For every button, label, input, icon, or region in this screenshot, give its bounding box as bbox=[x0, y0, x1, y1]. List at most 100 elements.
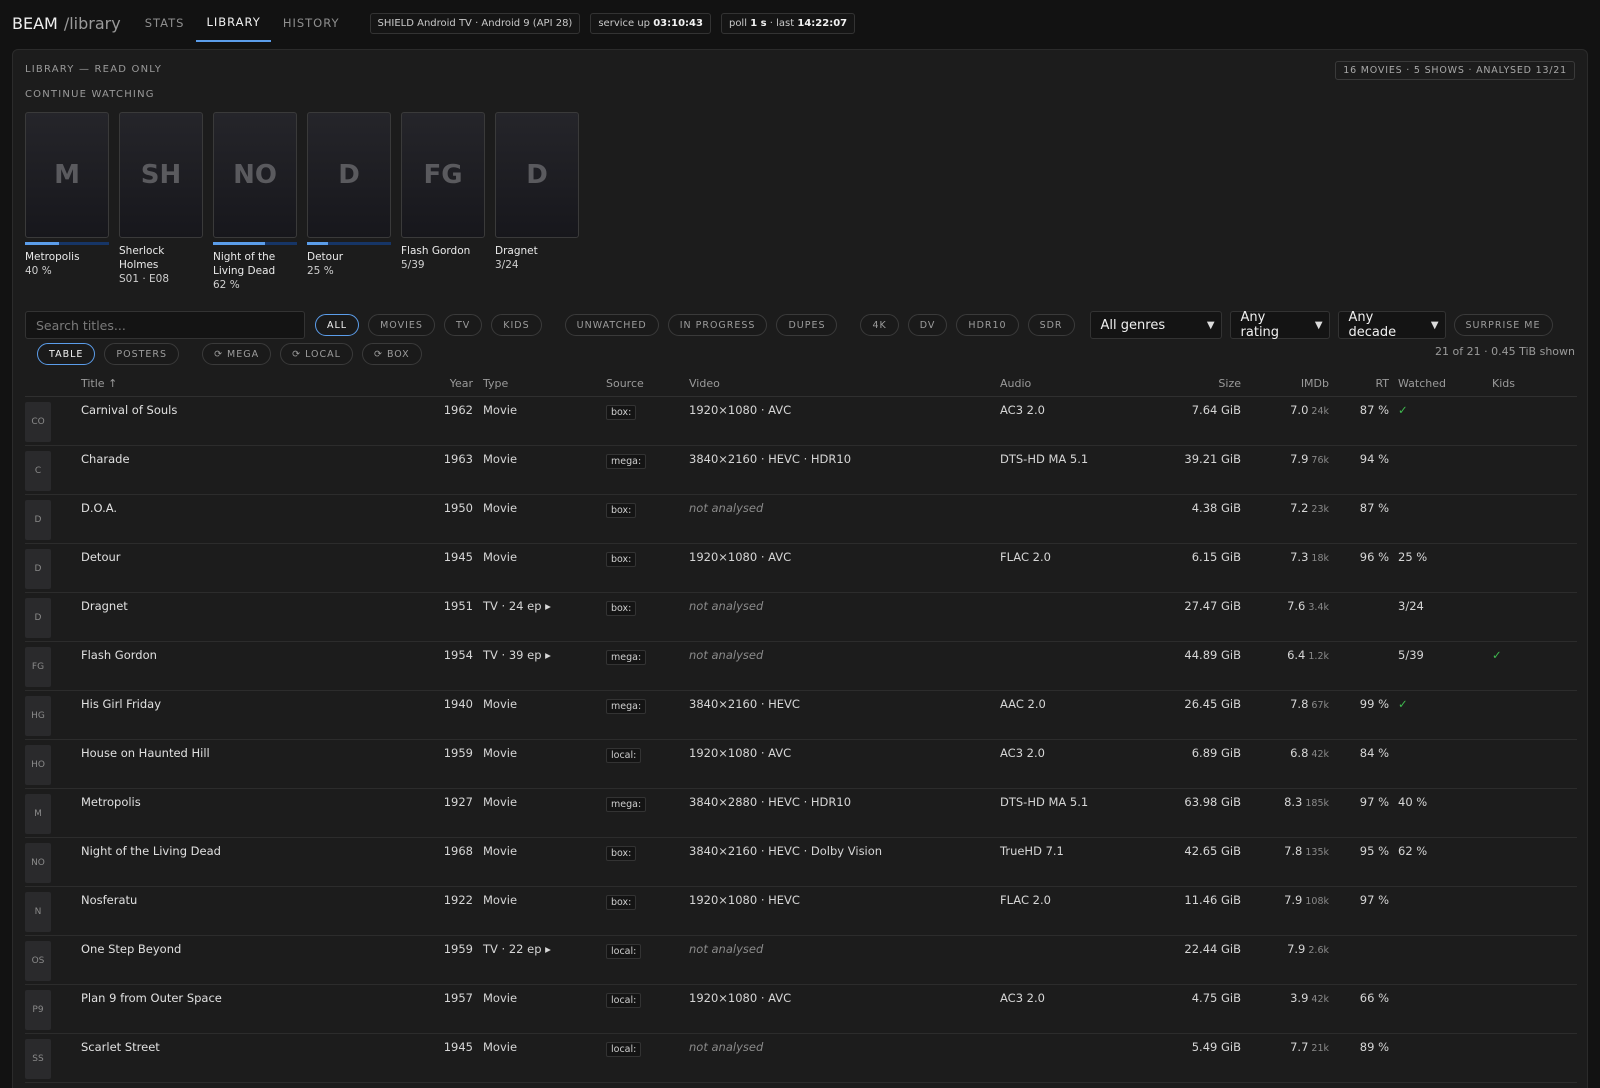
refresh-mega-button[interactable]: ⟳ MEGA bbox=[202, 343, 272, 365]
table-row[interactable]: D Detour 1945 Movie box: 1920×1080 · AVC FLAC … bbox=[25, 544, 1577, 593]
cell-title[interactable]: Plan 9 from Outer Space bbox=[81, 991, 222, 1005]
continue-card-flash-gordon[interactable]: FG Flash Gordon 5/39 bbox=[401, 112, 485, 292]
filter-chip-kids[interactable]: KIDS bbox=[491, 314, 542, 336]
cell-year: 1959 bbox=[443, 746, 473, 760]
cell-imdb: 7.8 135k bbox=[1265, 844, 1329, 858]
source-badge: box: bbox=[606, 601, 637, 616]
column-watched[interactable]: Watched bbox=[1398, 377, 1446, 390]
filter-chip-movies[interactable]: MOVIES bbox=[368, 314, 435, 336]
continue-card-metropolis[interactable]: M Metropolis 40 % bbox=[25, 112, 109, 292]
continue-card-night-of-the-living-dead[interactable]: NO Night of the Living Dead 62 % bbox=[213, 112, 297, 292]
search-input[interactable] bbox=[25, 311, 305, 339]
filter-chip-in-progress[interactable]: IN PROGRESS bbox=[667, 314, 768, 336]
tab-stats[interactable]: STATS bbox=[135, 4, 195, 42]
cell-type: Movie bbox=[483, 550, 518, 564]
cell-title[interactable]: Metropolis bbox=[81, 795, 141, 809]
imdb-votes: 108k bbox=[1305, 896, 1329, 907]
table-row[interactable]: SS Scarlet Street 1945 Movie local: not analy… bbox=[25, 1034, 1577, 1083]
surprise-me-button[interactable]: SURPRISE ME bbox=[1453, 314, 1553, 336]
decade-select[interactable]: Any decade ▼ bbox=[1337, 310, 1446, 340]
cell-title[interactable]: Dragnet bbox=[81, 599, 128, 613]
view-table-button[interactable]: TABLE bbox=[37, 343, 96, 365]
cell-title[interactable]: One Step Beyond bbox=[81, 942, 181, 956]
filter-chip-dupes[interactable]: DUPES bbox=[776, 314, 838, 336]
refresh-local-button[interactable]: ⟳ LOCAL bbox=[280, 343, 353, 365]
table-row[interactable]: OS One Step Beyond 1959 TV · 22 ep ▸ local: n… bbox=[25, 936, 1577, 985]
cell-type: Movie bbox=[483, 403, 518, 417]
rating-select[interactable]: Any rating ▼ bbox=[1229, 310, 1330, 340]
source-badge: box: bbox=[606, 405, 637, 420]
cell-title[interactable]: Carnival of Souls bbox=[81, 403, 177, 417]
cell-title[interactable]: Nosferatu bbox=[81, 893, 137, 907]
cell-title[interactable]: Night of the Living Dead bbox=[81, 844, 221, 858]
table-row[interactable]: CO Carnival of Souls 1962 Movie box: 1920×108… bbox=[25, 397, 1577, 446]
cell-title[interactable]: House on Haunted Hill bbox=[81, 746, 210, 760]
imdb-votes: 18k bbox=[1311, 553, 1329, 564]
filter-chip-dv[interactable]: DV bbox=[907, 314, 948, 336]
filter-chip-tv[interactable]: TV bbox=[443, 314, 483, 336]
table-row[interactable]: D Dragnet 1951 TV · 24 ep ▸ box: not analysed… bbox=[25, 593, 1577, 642]
column-audio[interactable]: Audio bbox=[1000, 377, 1031, 390]
table-row[interactable]: NO Night of the Living Dead 1968 Movie box: 3… bbox=[25, 838, 1577, 887]
poster-thumbnail: HG bbox=[25, 696, 51, 736]
cell-title[interactable]: Detour bbox=[81, 550, 121, 564]
column-year[interactable]: Year bbox=[433, 377, 473, 390]
filter-chip-all[interactable]: ALL bbox=[315, 314, 360, 336]
column-video[interactable]: Video bbox=[689, 377, 720, 390]
table-row[interactable]: M Metropolis 1927 Movie mega: 3840×2880 · HEV… bbox=[25, 789, 1577, 838]
cell-title[interactable]: His Girl Friday bbox=[81, 697, 161, 711]
continue-card-detour[interactable]: D Detour 25 % bbox=[307, 112, 391, 292]
filter-chip-unwatched[interactable]: UNWATCHED bbox=[564, 314, 659, 336]
poster-thumbnail: SS bbox=[25, 1039, 51, 1079]
cell-type[interactable]: TV · 22 ep ▸ bbox=[483, 942, 551, 956]
cell-size: 26.45 GiB bbox=[1184, 697, 1241, 711]
poster: FG bbox=[401, 112, 485, 238]
cell-rt: 89 % bbox=[1359, 1040, 1389, 1054]
view-posters-button[interactable]: POSTERS bbox=[104, 343, 180, 365]
table-row[interactable]: HO House on Haunted Hill 1959 Movie local: 19… bbox=[25, 740, 1577, 789]
tab-history[interactable]: HISTORY bbox=[273, 4, 350, 42]
cell-title[interactable]: Charade bbox=[81, 452, 130, 466]
filter-chip-sdr[interactable]: SDR bbox=[1027, 314, 1075, 336]
brand[interactable]: BEAM /library bbox=[12, 14, 121, 33]
column-source[interactable]: Source bbox=[606, 377, 644, 390]
source-badge: local: bbox=[606, 748, 642, 763]
cell-rt: 97 % bbox=[1359, 893, 1389, 907]
column-type[interactable]: Type bbox=[483, 377, 508, 390]
filter-chip-hdr10[interactable]: HDR10 bbox=[956, 314, 1019, 336]
cell-type: Movie bbox=[483, 746, 518, 760]
cell-type[interactable]: TV · 39 ep ▸ bbox=[483, 648, 551, 662]
cell-size: 39.21 GiB bbox=[1184, 452, 1241, 466]
cell-type[interactable]: TV · 24 ep ▸ bbox=[483, 599, 551, 613]
continue-card-dragnet[interactable]: D Dragnet 3/24 bbox=[495, 112, 579, 292]
poll-badge: poll 1 s · last 14:22:07 bbox=[720, 12, 856, 34]
table-row[interactable]: D D.O.A. 1950 Movie box: not analysed 4.38 GiB… bbox=[25, 495, 1577, 544]
genre-select[interactable]: All genres ▼ bbox=[1089, 311, 1222, 339]
column-kids[interactable]: Kids bbox=[1492, 377, 1515, 390]
table-row[interactable]: FG Flash Gordon 1954 TV · 39 ep ▸ mega: not a… bbox=[25, 642, 1577, 691]
source-badge: local: bbox=[606, 1042, 642, 1057]
cell-year: 1950 bbox=[443, 501, 473, 515]
cell-rt: 94 % bbox=[1359, 452, 1389, 466]
table-row[interactable]: N Nosferatu 1922 Movie box: 1920×1080 · HEVC F… bbox=[25, 887, 1577, 936]
table-row[interactable]: HG His Girl Friday 1940 Movie mega: 3840×2160… bbox=[25, 691, 1577, 740]
column-size[interactable]: Size bbox=[1155, 377, 1241, 390]
cell-title[interactable]: Flash Gordon bbox=[81, 648, 157, 662]
table-row[interactable]: P9 Plan 9 from Outer Space 1957 Movie local:… bbox=[25, 985, 1577, 1034]
cell-title[interactable]: D.O.A. bbox=[81, 501, 117, 515]
refresh-box-button[interactable]: ⟳ BOX bbox=[361, 343, 422, 365]
cell-rt: 95 % bbox=[1359, 844, 1389, 858]
column-title[interactable]: Title ↑ bbox=[81, 377, 117, 390]
column-rt[interactable]: RT bbox=[1335, 377, 1389, 390]
cell-size: 6.15 GiB bbox=[1191, 550, 1241, 564]
cell-title[interactable]: Scarlet Street bbox=[81, 1040, 160, 1054]
column-imdb[interactable]: IMDb bbox=[1265, 377, 1329, 390]
cell-audio: AC3 2.0 bbox=[1000, 403, 1045, 417]
cell-imdb: 7.8 67k bbox=[1265, 697, 1329, 711]
tab-library[interactable]: LIBRARY bbox=[196, 4, 271, 42]
filter-chip-4k[interactable]: 4K bbox=[860, 314, 899, 336]
continue-card-sherlock-holmes[interactable]: SH Sherlock Holmes S01 · E08 bbox=[119, 112, 203, 292]
table-row[interactable]: C Charade 1963 Movie mega: 3840×2160 · HEVC ·… bbox=[25, 446, 1577, 495]
cell-audio: AC3 2.0 bbox=[1000, 746, 1045, 760]
cell-year: 1945 bbox=[443, 1040, 473, 1054]
